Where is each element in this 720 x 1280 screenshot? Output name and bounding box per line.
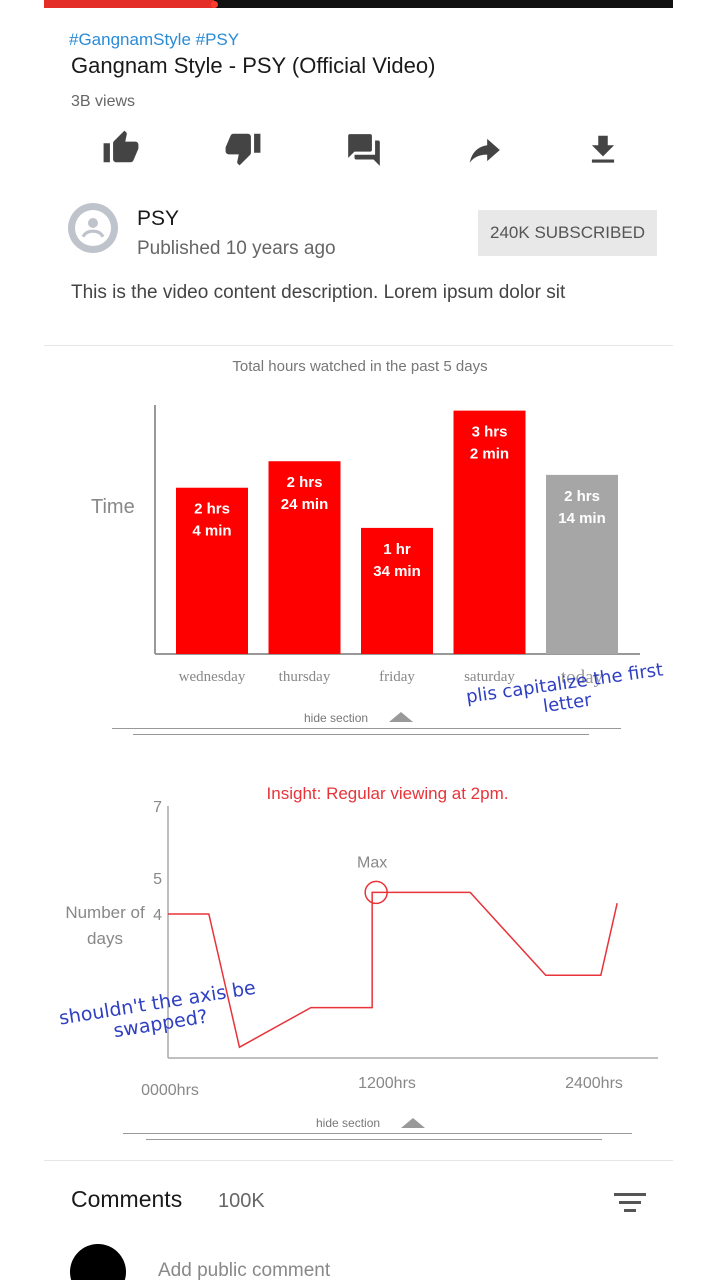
max-label: Max (357, 854, 387, 871)
line-x-tick-label: 1200hrs (358, 1075, 416, 1092)
sort-comments-icon[interactable] (612, 1190, 648, 1216)
collapse-triangle-icon[interactable] (401, 1118, 425, 1128)
comments-count: 100K (218, 1190, 265, 1212)
section-rule (123, 1133, 632, 1134)
comments-title: Comments (71, 1186, 183, 1212)
hide-section-label[interactable]: hide section (316, 1116, 380, 1130)
line-y-tick-label: 4 (153, 907, 162, 924)
line-y-tick-label: 7 (153, 799, 162, 816)
line-y-tick-label: 5 (153, 871, 162, 888)
line-chart-plot: 4 5 7 0000hrs 1200hrs 2400hrs Max (141, 799, 658, 1099)
section-divider (44, 1160, 673, 1161)
add-comment-input[interactable] (158, 1260, 558, 1280)
section-rule (146, 1139, 602, 1140)
line-series (168, 891, 618, 1049)
line-x-tick-label: 2400hrs (565, 1075, 623, 1092)
line-x-tick-label: 0000hrs (141, 1082, 199, 1099)
user-avatar[interactable] (70, 1244, 126, 1280)
